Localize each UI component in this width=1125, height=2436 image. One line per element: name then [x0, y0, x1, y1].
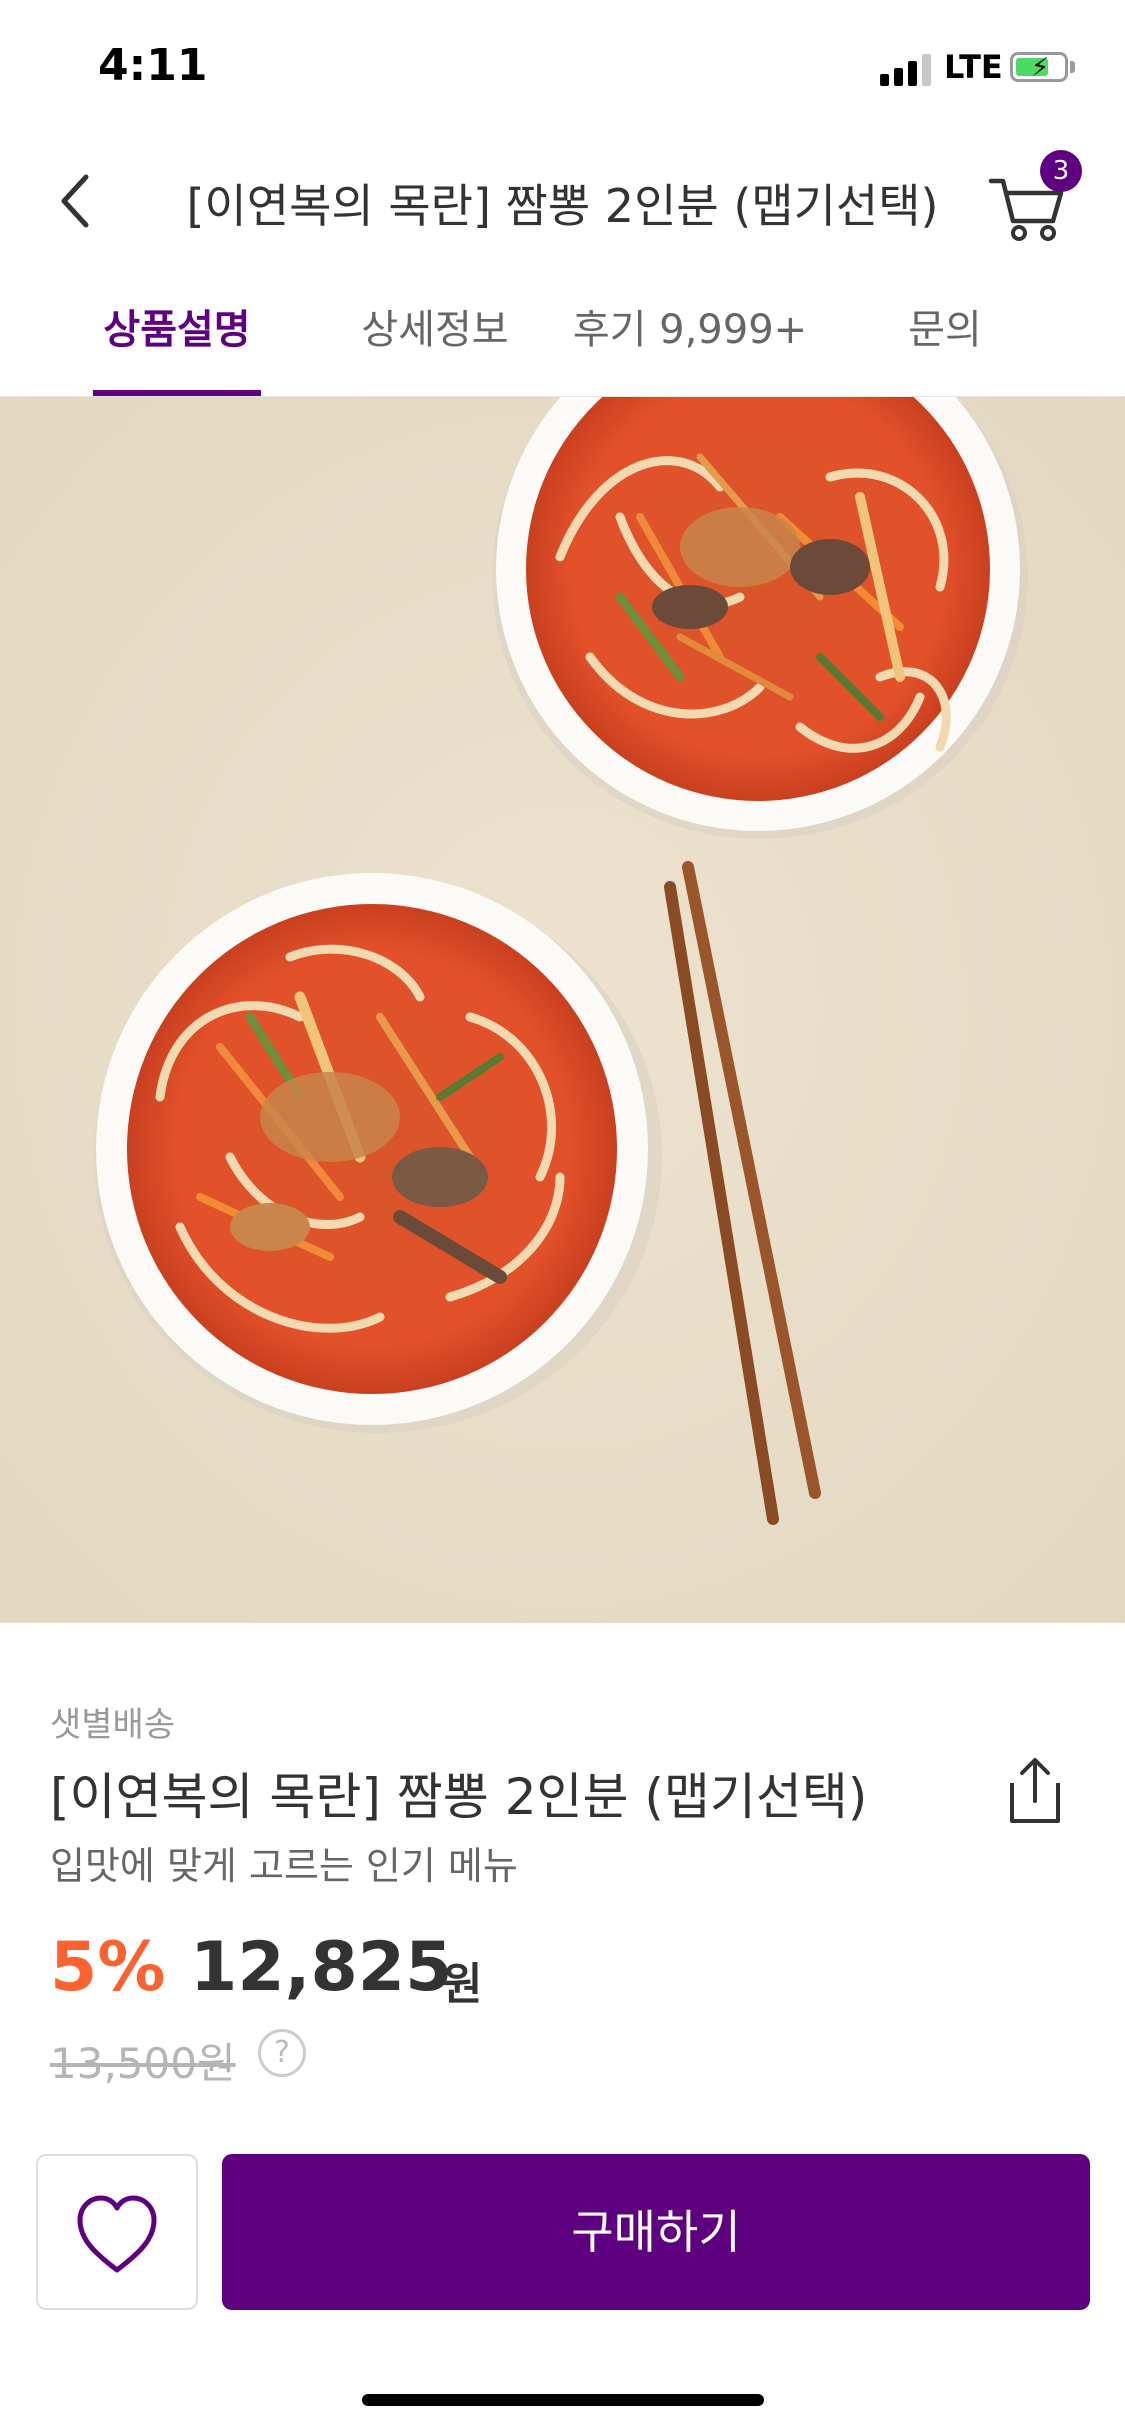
chevron-left-icon — [61, 174, 89, 228]
status-bar: 4:11 LTE ⚡ — [0, 0, 1125, 140]
product-subtitle: 입맛에 맞게 고르는 인기 메뉴 — [50, 1844, 518, 1888]
original-price: 13,500원 — [50, 2039, 236, 2088]
heart-outline-icon — [77, 2195, 157, 2273]
buy-button[interactable]: 구매하기 — [222, 2154, 1090, 2310]
tab-description[interactable]: 상품설명 — [93, 280, 261, 396]
share-icon — [1010, 1758, 1060, 1823]
network-label: LTE — [944, 48, 1003, 86]
sale-price: 12,825 — [190, 1928, 453, 2007]
active-tab-indicator — [93, 390, 261, 396]
tab-details[interactable]: 상세정보 — [340, 280, 530, 396]
back-button[interactable] — [50, 165, 110, 235]
discount-rate: 5% — [50, 1928, 166, 2007]
share-button[interactable] — [1000, 1753, 1070, 1829]
wishlist-button[interactable] — [36, 2154, 198, 2310]
tab-reviews[interactable]: 후기 9,999+ — [570, 280, 810, 396]
battery-cap — [1070, 61, 1075, 73]
top-nav: [이연복의 목란] 짬뽕 2인분 (맵기선택) — [0, 140, 1125, 260]
page-title: [이연복의 목란] 짬뽕 2인분 (맵기선택) — [186, 179, 939, 233]
home-indicator[interactable] — [362, 2394, 764, 2406]
product-tabs: 상품설명 상세정보 후기 9,999+ 문의 — [0, 280, 1125, 397]
status-time: 4:11 — [98, 40, 208, 91]
delivery-type: 샛별배송 — [50, 1705, 176, 1745]
battery-icon: ⚡ — [1010, 52, 1068, 83]
product-name: [이연복의 목란] 짬뽕 2인분 (맵기선택) — [50, 1768, 868, 1826]
product-image — [0, 397, 1125, 1623]
signal-icon — [880, 52, 931, 86]
cart-count-badge: 3 — [1040, 150, 1082, 192]
tab-inquiry[interactable]: 문의 — [870, 280, 1020, 396]
question-circle-icon[interactable]: ? — [258, 2029, 306, 2077]
price-unit: 원 — [442, 1959, 483, 2010]
